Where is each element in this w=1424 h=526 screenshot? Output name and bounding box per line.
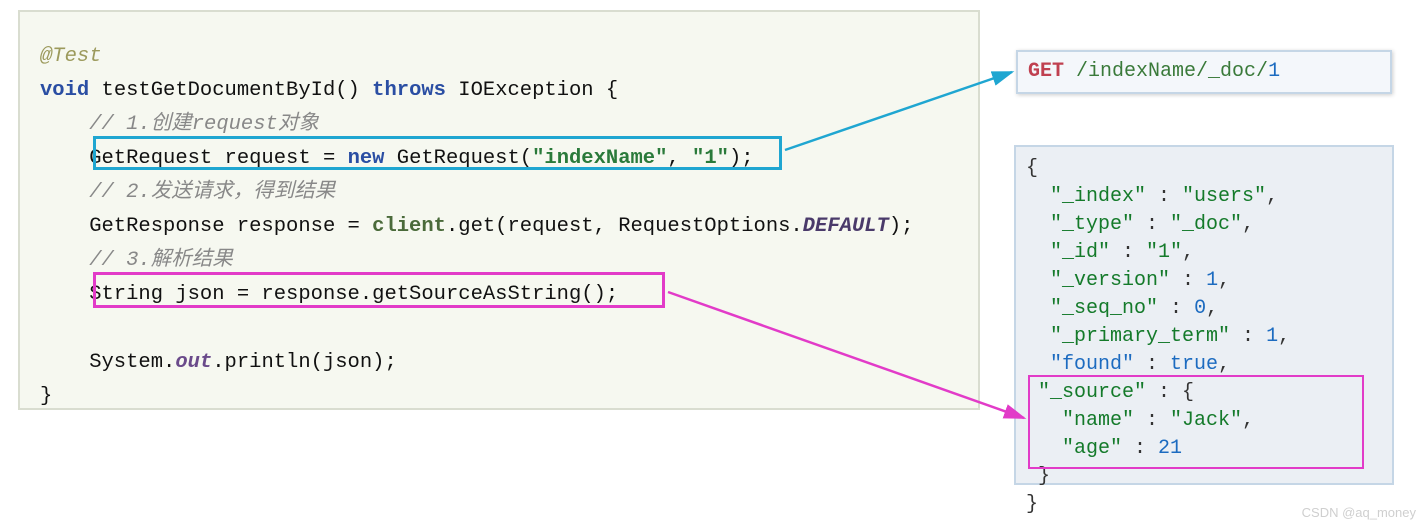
client-ref: client [372,215,446,238]
keyword-void: void [40,79,89,102]
json-key: "_seq_no" [1050,297,1158,320]
json-response-block: { "_index" : "users", "_type" : "_doc", … [1014,145,1394,485]
json-key: "_id" [1050,241,1110,264]
code-text: System. [40,351,175,374]
comment-2: // 2.发送请求，得到结果 [40,181,335,204]
watermark: CSDN @aq_money [1302,505,1416,520]
json-key-source: "_source" [1026,381,1146,404]
json-key: "_primary_term" [1050,325,1230,348]
json-key: "name" [1026,409,1134,432]
comma: , [667,147,692,170]
exc: IOException { [446,79,618,102]
java-code-block: @Test void testGetDocumentById() throws … [18,10,980,410]
code-text: .get(request, RequestOptions. [446,215,803,238]
static-default: DEFAULT [803,215,889,238]
brace-close: } [1026,493,1038,516]
json-key: "_version" [1050,269,1170,292]
code-text: .println(json); [212,351,397,374]
comment-1: // 1.创建request对象 [40,113,319,136]
brace-close: } [40,385,52,408]
json-brace: : { [1146,381,1194,404]
json-value: "1" [1146,241,1182,264]
json-value: 1 [1266,325,1278,348]
json-value: 0 [1194,297,1206,320]
json-key: "found" [1050,353,1134,376]
code-text: ); [889,215,914,238]
http-path: /indexName/_doc/ [1064,60,1268,83]
json-key: "_type" [1050,213,1134,236]
code-text: String json = response.getSourceAsString… [40,283,618,306]
json-key: "_index" [1050,185,1146,208]
code-text: GetRequest( [384,147,532,170]
json-value: 1 [1206,269,1218,292]
code-text: GetResponse response = [40,215,372,238]
out-ref: out [175,351,212,374]
json-value: true [1170,353,1218,376]
keyword-throws: throws [372,79,446,102]
http-verb: GET [1028,60,1064,83]
json-value: "users" [1182,185,1266,208]
method-name: testGetDocumentById() [89,79,372,102]
string-literal: "indexName" [532,147,667,170]
json-key: "age" [1026,437,1122,460]
brace-open: { [1026,157,1038,180]
keyword-new: new [348,147,385,170]
comment-3: // 3.解析结果 [40,249,233,272]
code-text: GetRequest request = [40,147,348,170]
json-value: "Jack" [1170,409,1242,432]
http-id: 1 [1268,60,1280,83]
json-value: "_doc" [1170,213,1242,236]
code-text: ); [729,147,754,170]
json-value: 21 [1158,437,1182,460]
brace-close: } [1026,465,1050,488]
annotation: @Test [40,45,102,68]
http-request-box: GET /indexName/_doc/1 [1016,50,1392,94]
string-literal: "1" [692,147,729,170]
